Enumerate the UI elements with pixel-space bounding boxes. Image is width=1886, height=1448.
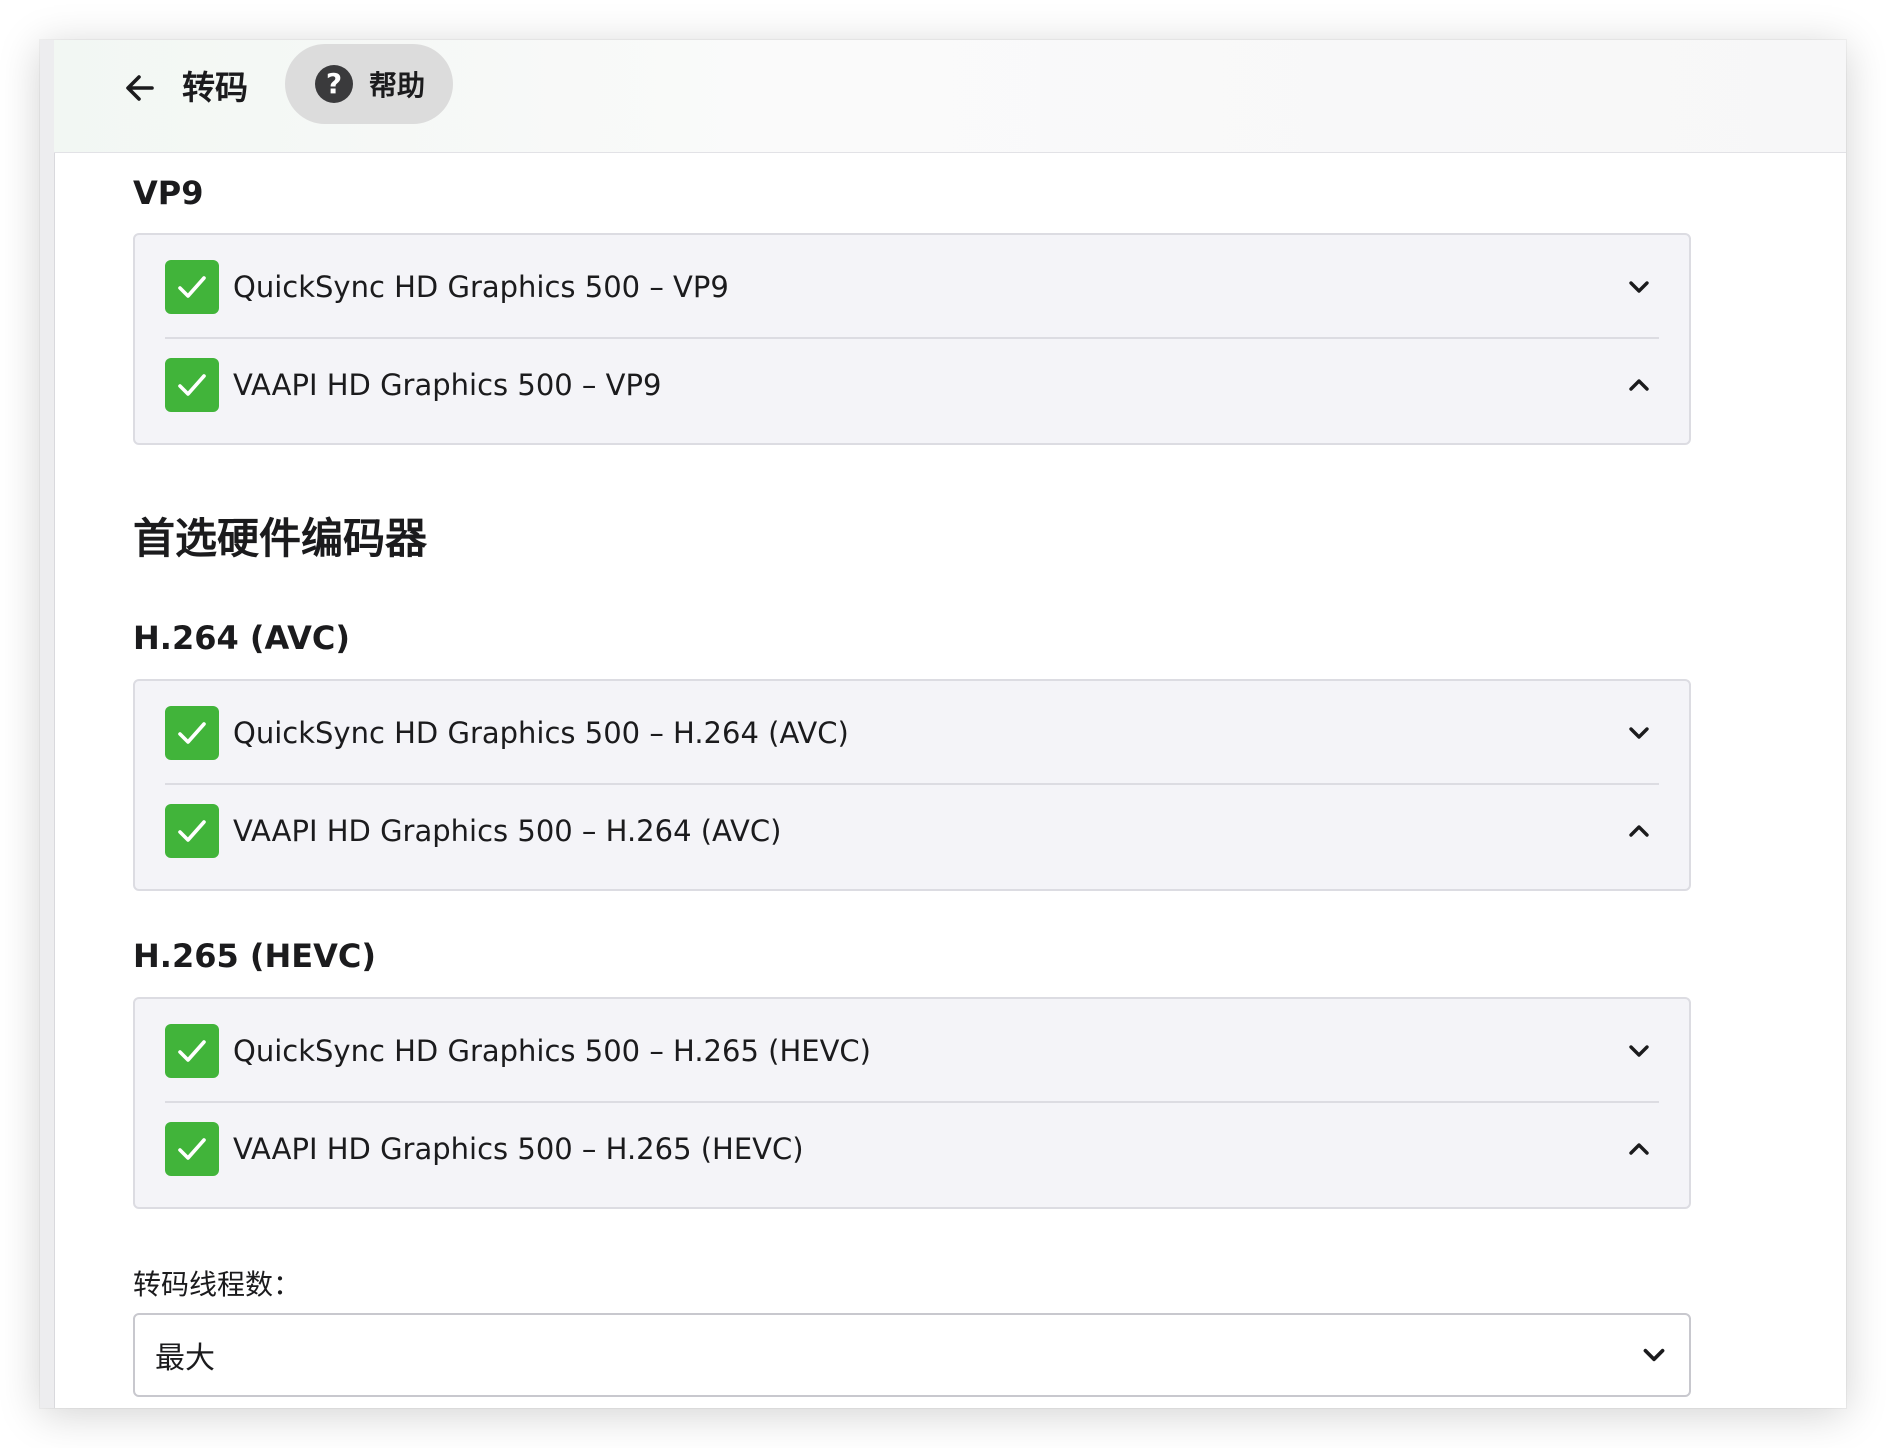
h265-label: H.265 (HEVC) (133, 937, 377, 975)
back-button[interactable] (116, 64, 164, 112)
move-up-button[interactable] (1619, 811, 1659, 851)
top-header: 转码 ? 帮助 (54, 40, 1846, 153)
chevron-up-icon (1629, 379, 1649, 391)
checkmark-icon (178, 374, 206, 396)
thread-count-label: 转码线程数： (133, 1268, 302, 1301)
checkbox[interactable] (165, 260, 219, 314)
h264-label: H.264 (AVC) (133, 619, 350, 657)
list-item: VAAPI HD Graphics 500 – H.264 (AVC) (165, 783, 1659, 879)
item-label: QuickSync HD Graphics 500 – H.265 (HEVC) (233, 1034, 871, 1068)
item-label: QuickSync HD Graphics 500 – VP9 (233, 270, 729, 304)
move-down-button[interactable] (1619, 267, 1659, 307)
h265-encoder-group: QuickSync HD Graphics 500 – H.265 (HEVC)… (133, 997, 1691, 1209)
checkmark-icon (178, 1040, 206, 1062)
item-label: QuickSync HD Graphics 500 – H.264 (AVC) (233, 716, 849, 750)
checkmark-icon (178, 1138, 206, 1160)
checkbox[interactable] (165, 358, 219, 412)
list-item: VAAPI HD Graphics 500 – H.265 (HEVC) (165, 1101, 1659, 1197)
move-up-button[interactable] (1619, 365, 1659, 405)
chevron-down-icon (1629, 727, 1649, 739)
checkmark-icon (178, 276, 206, 298)
move-down-button[interactable] (1619, 1031, 1659, 1071)
main-content: VP9 QuickSync HD Graphics 500 – VP9 VAAP… (40, 153, 1846, 1408)
help-label: 帮助 (369, 69, 426, 102)
app-window: 转码 ? 帮助 VP9 QuickSync HD Graphics 500 – … (40, 40, 1846, 1408)
help-button[interactable]: ? 帮助 (285, 44, 453, 124)
checkbox[interactable] (165, 804, 219, 858)
checkmark-icon (178, 820, 206, 842)
chevron-up-icon (1629, 825, 1649, 837)
arrow-left-icon (126, 75, 154, 101)
list-item: QuickSync HD Graphics 500 – VP9 (165, 239, 1659, 335)
chevron-up-icon (1629, 1143, 1649, 1155)
list-item: QuickSync HD Graphics 500 – H.264 (AVC) (165, 685, 1659, 781)
checkbox[interactable] (165, 1122, 219, 1176)
preferred-encoders-heading: 首选硬件编码器 (133, 514, 428, 563)
item-label: VAAPI HD Graphics 500 – VP9 (233, 368, 662, 402)
h264-encoder-group: QuickSync HD Graphics 500 – H.264 (AVC) … (133, 679, 1691, 891)
question-circle-icon: ? (315, 65, 353, 103)
chevron-down-icon (1643, 1348, 1665, 1362)
page-title: 转码 (182, 68, 248, 107)
thread-count-select[interactable]: 最大 (133, 1313, 1691, 1397)
chevron-down-icon (1629, 281, 1649, 293)
list-item: VAAPI HD Graphics 500 – VP9 (165, 337, 1659, 433)
item-label: VAAPI HD Graphics 500 – H.264 (AVC) (233, 814, 782, 848)
vp9-decoder-group: QuickSync HD Graphics 500 – VP9 VAAPI HD… (133, 233, 1691, 445)
select-value: 最大 (155, 1341, 215, 1376)
checkmark-icon (178, 722, 206, 744)
chevron-down-icon (1629, 1045, 1649, 1057)
vp9-label: VP9 (133, 174, 204, 212)
item-label: VAAPI HD Graphics 500 – H.265 (HEVC) (233, 1132, 804, 1166)
move-down-button[interactable] (1619, 713, 1659, 753)
checkbox[interactable] (165, 1024, 219, 1078)
move-up-button[interactable] (1619, 1129, 1659, 1169)
checkbox[interactable] (165, 706, 219, 760)
list-item: QuickSync HD Graphics 500 – H.265 (HEVC) (165, 1003, 1659, 1099)
